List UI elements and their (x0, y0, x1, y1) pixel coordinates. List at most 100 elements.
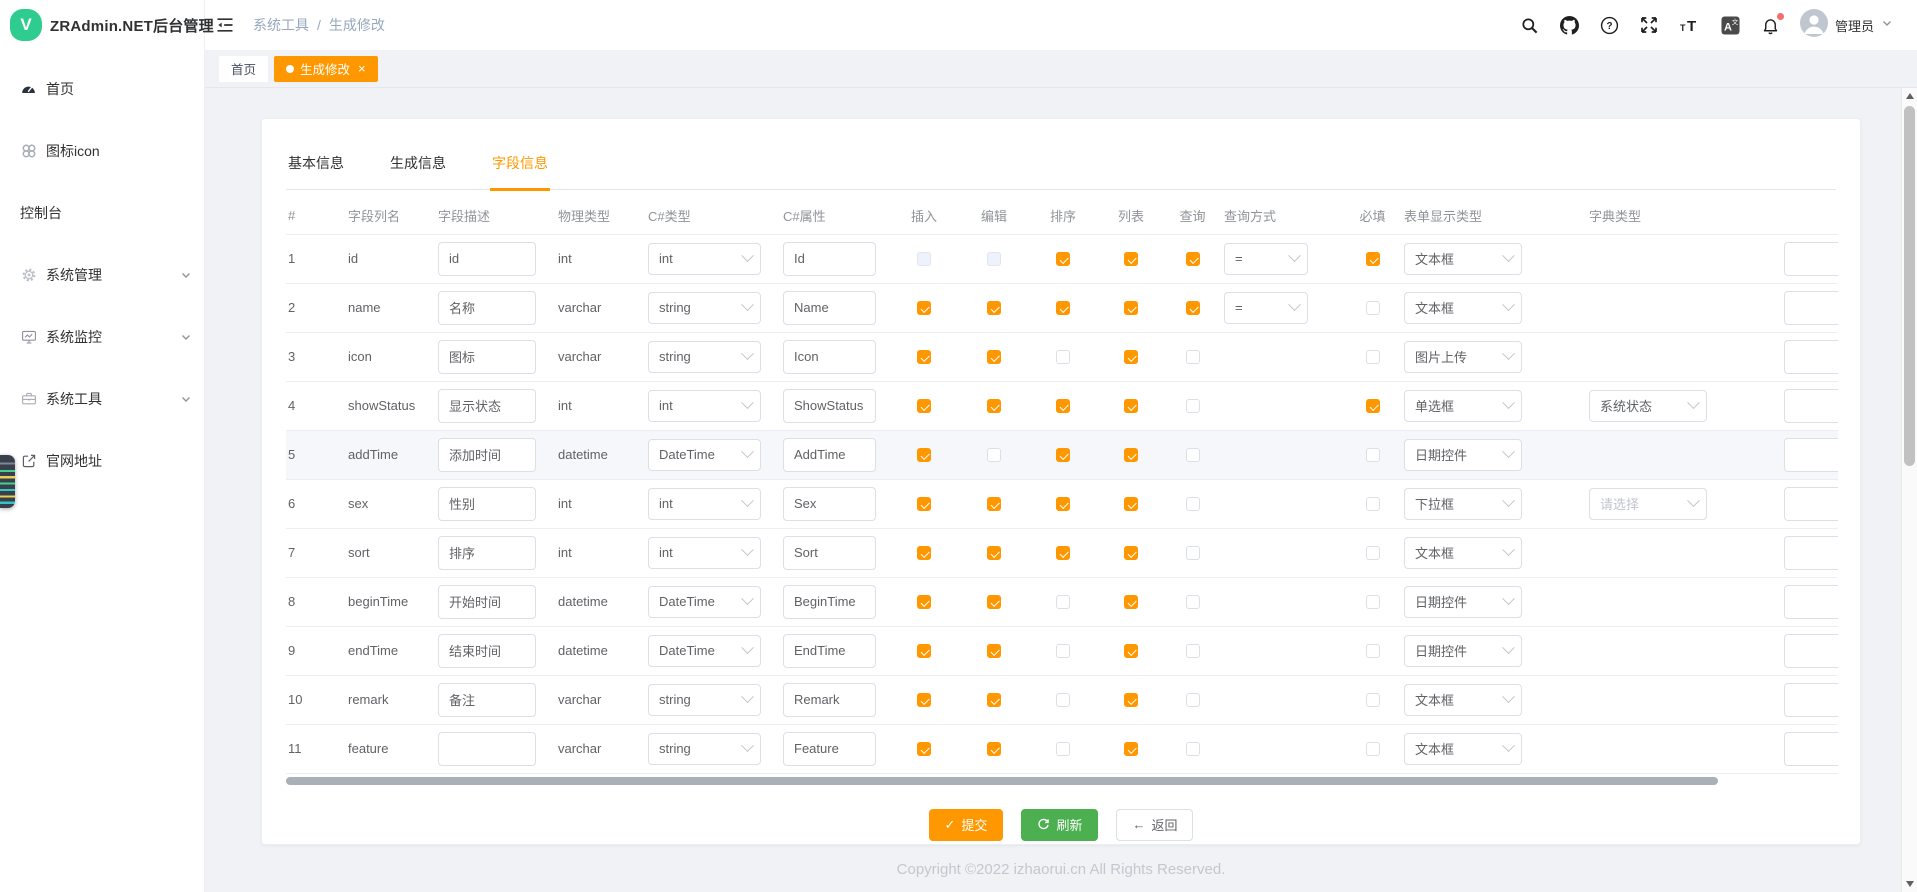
window-vertical-scrollbar[interactable] (1901, 88, 1917, 892)
extra-input[interactable] (1784, 242, 1838, 276)
close-tab-icon[interactable]: × (358, 62, 366, 75)
required-checkbox[interactable] (1366, 252, 1380, 266)
sidebar-item-首页[interactable]: 首页 (0, 58, 204, 120)
edit-checkbox[interactable] (987, 546, 1001, 560)
csharp-property-input[interactable] (783, 438, 876, 472)
column-description-input[interactable] (438, 242, 536, 276)
insert-checkbox[interactable] (917, 595, 931, 609)
insert-checkbox[interactable] (917, 350, 931, 364)
list-checkbox[interactable] (1124, 693, 1138, 707)
required-checkbox[interactable] (1366, 693, 1380, 707)
query-type-select[interactable]: = (1224, 292, 1308, 324)
display-type-select[interactable]: 文本框 (1404, 537, 1522, 569)
sidebar-item-系统监控[interactable]: 系统监控 (0, 306, 204, 368)
query-checkbox[interactable] (1186, 399, 1200, 413)
vertical-scroll-thumb[interactable] (1904, 106, 1915, 466)
breadcrumb-item-tools[interactable]: 系统工具 (253, 15, 309, 35)
sort-checkbox[interactable] (1056, 350, 1070, 364)
insert-checkbox[interactable] (917, 301, 931, 315)
csharp-type-select[interactable]: DateTime (648, 439, 761, 471)
query-checkbox[interactable] (1186, 546, 1200, 560)
csharp-type-select[interactable]: int (648, 537, 761, 569)
edit-checkbox[interactable] (987, 301, 1001, 315)
required-checkbox[interactable] (1366, 301, 1380, 315)
sidebar-item-官网地址[interactable]: 官网地址 (0, 430, 204, 492)
display-type-select[interactable]: 文本框 (1404, 733, 1522, 765)
csharp-type-select[interactable]: DateTime (648, 586, 761, 618)
edit-checkbox[interactable] (987, 497, 1001, 511)
edit-checkbox[interactable] (987, 448, 1001, 462)
query-type-select[interactable]: = (1224, 243, 1308, 275)
csharp-property-input[interactable] (783, 242, 876, 276)
extra-input[interactable] (1784, 536, 1838, 570)
display-type-select[interactable]: 下拉框 (1404, 488, 1522, 520)
csharp-property-input[interactable] (783, 487, 876, 521)
csharp-property-input[interactable] (783, 585, 876, 619)
column-description-input[interactable] (438, 438, 536, 472)
column-description-input[interactable] (438, 732, 536, 766)
back-button[interactable]: ← 返回 (1116, 809, 1193, 841)
sidebar-item-系统工具[interactable]: 系统工具 (0, 368, 204, 430)
sort-checkbox[interactable] (1056, 595, 1070, 609)
csharp-type-select[interactable]: int (648, 390, 761, 422)
insert-checkbox[interactable] (917, 693, 931, 707)
column-description-input[interactable] (438, 389, 536, 423)
csharp-type-select[interactable]: string (648, 733, 761, 765)
required-checkbox[interactable] (1366, 595, 1380, 609)
insert-checkbox[interactable] (917, 546, 931, 560)
display-type-select[interactable]: 日期控件 (1404, 635, 1522, 667)
query-checkbox[interactable] (1186, 644, 1200, 658)
csharp-type-select[interactable]: DateTime (648, 635, 761, 667)
display-type-select[interactable]: 文本框 (1404, 292, 1522, 324)
font-size-icon[interactable]: TT (1679, 16, 1700, 34)
extra-input[interactable] (1784, 389, 1838, 423)
sort-checkbox[interactable] (1056, 399, 1070, 413)
list-checkbox[interactable] (1124, 644, 1138, 658)
csharp-type-select[interactable]: string (648, 684, 761, 716)
horizontal-scroll-thumb[interactable] (286, 777, 1718, 785)
csharp-property-input[interactable] (783, 536, 876, 570)
fullscreen-icon[interactable] (1640, 16, 1658, 34)
open-tab-首页[interactable]: 首页 (219, 56, 268, 82)
github-icon[interactable] (1560, 16, 1579, 35)
extra-input[interactable] (1784, 683, 1838, 717)
list-checkbox[interactable] (1124, 301, 1138, 315)
extra-input[interactable] (1784, 634, 1838, 668)
query-checkbox[interactable] (1186, 693, 1200, 707)
refresh-button[interactable]: 刷新 (1021, 809, 1098, 841)
sort-checkbox[interactable] (1056, 497, 1070, 511)
required-checkbox[interactable] (1366, 448, 1380, 462)
query-checkbox[interactable] (1186, 448, 1200, 462)
required-checkbox[interactable] (1366, 399, 1380, 413)
submit-button[interactable]: ✓ 提交 (929, 809, 1004, 841)
display-type-select[interactable]: 文本框 (1404, 684, 1522, 716)
edit-checkbox[interactable] (987, 350, 1001, 364)
column-description-input[interactable] (438, 585, 536, 619)
display-type-select[interactable]: 单选框 (1404, 390, 1522, 422)
insert-checkbox[interactable] (917, 742, 931, 756)
notification-icon[interactable] (1761, 16, 1780, 35)
tab-basic-info[interactable]: 基本信息 (286, 147, 346, 189)
insert-checkbox[interactable] (917, 399, 931, 413)
display-type-select[interactable]: 图片上传 (1404, 341, 1522, 373)
column-description-input[interactable] (438, 340, 536, 374)
extra-input[interactable] (1784, 438, 1838, 472)
display-type-select[interactable]: 日期控件 (1404, 439, 1522, 471)
search-icon[interactable] (1520, 16, 1539, 35)
extra-input[interactable] (1784, 732, 1838, 766)
required-checkbox[interactable] (1366, 742, 1380, 756)
required-checkbox[interactable] (1366, 546, 1380, 560)
csharp-type-select[interactable]: int (648, 488, 761, 520)
sidebar-item-系统管理[interactable]: 系统管理 (0, 244, 204, 306)
extra-input[interactable] (1784, 291, 1838, 325)
column-description-input[interactable] (438, 634, 536, 668)
edit-checkbox[interactable] (987, 644, 1001, 658)
column-description-input[interactable] (438, 291, 536, 325)
list-checkbox[interactable] (1124, 399, 1138, 413)
collapse-sidebar-icon[interactable] (215, 15, 235, 35)
query-checkbox[interactable] (1186, 350, 1200, 364)
tab-generate-info[interactable]: 生成信息 (388, 147, 448, 189)
sidebar-item-控制台[interactable]: 控制台 (0, 182, 204, 244)
query-checkbox[interactable] (1186, 497, 1200, 511)
insert-checkbox[interactable] (917, 252, 931, 266)
